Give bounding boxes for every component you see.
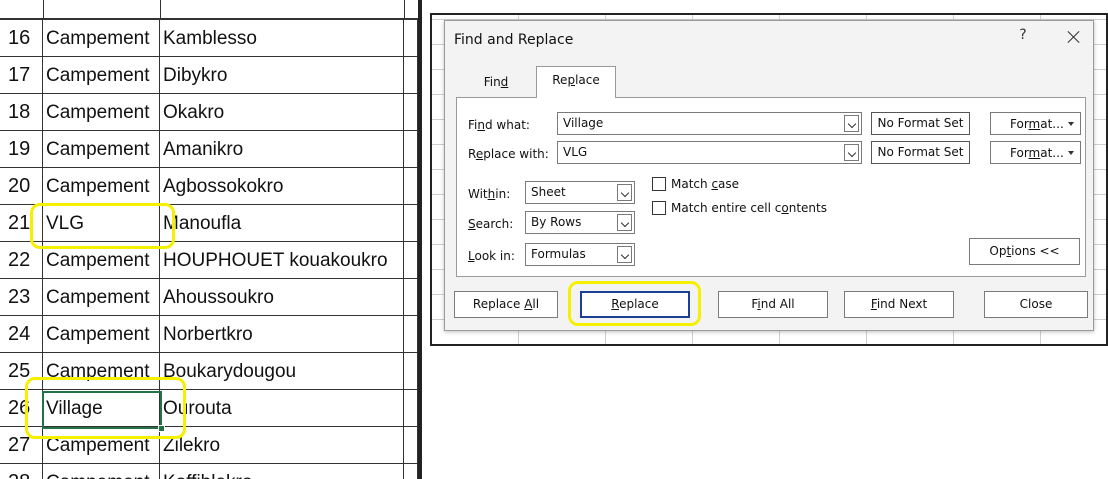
help-icon[interactable]: ?	[1013, 27, 1033, 43]
tab-find[interactable]: Find	[456, 69, 536, 97]
cell-empty[interactable]	[404, 316, 418, 353]
match-case-checkbox[interactable]	[652, 177, 666, 191]
dropdown-arrow-icon	[1068, 122, 1074, 126]
replace-all-button[interactable]: Replace All	[454, 291, 558, 318]
sheet-edge	[418, 0, 422, 479]
find-what-label: Find what:	[468, 118, 530, 132]
row-number[interactable]: 18	[0, 94, 43, 131]
find-next-button[interactable]: Find Next	[844, 291, 954, 318]
match-case-label[interactable]: Match case	[671, 177, 739, 191]
within-label: Within:	[468, 187, 511, 201]
cell-empty[interactable]	[404, 168, 418, 205]
cell-type[interactable]: Campement	[43, 464, 160, 479]
cell-name[interactable]: Norbertkro	[160, 316, 404, 353]
within-value: Sheet	[531, 185, 566, 199]
chevron-down-icon[interactable]	[617, 214, 632, 231]
sheet-row: 23 Campement Ahoussoukro	[0, 279, 422, 316]
cell-name[interactable]: Koffiblekro	[160, 464, 404, 479]
cell-name[interactable]: Zilekro	[160, 427, 404, 464]
row-number[interactable]: 24	[0, 316, 43, 353]
search-label: Search:	[468, 217, 514, 231]
chevron-down-icon[interactable]	[617, 246, 632, 263]
cell-empty[interactable]	[404, 242, 418, 279]
cell-type[interactable]: Campement	[43, 168, 160, 205]
replace-with-input[interactable]: VLG	[557, 141, 862, 164]
match-entire-checkbox[interactable]	[652, 201, 666, 215]
cell-empty[interactable]	[404, 131, 418, 168]
find-all-button[interactable]: Find All	[718, 291, 828, 318]
match-entire-label[interactable]: Match entire cell contents	[671, 201, 827, 215]
highlight-village-cell	[25, 377, 186, 439]
replace-with-label: Replace with:	[468, 147, 549, 161]
cell-empty[interactable]	[404, 464, 418, 479]
replace-with-value: VLG	[563, 145, 588, 159]
sheet-row: 16 Campement Kamblesso	[0, 20, 422, 57]
row-number[interactable]: 20	[0, 168, 43, 205]
chevron-down-icon[interactable]	[844, 144, 859, 161]
sheet-row: 18 Campement Okakro	[0, 94, 422, 131]
cell-empty[interactable]	[404, 20, 418, 57]
close-button[interactable]: Close	[984, 291, 1088, 318]
sheet-top-row	[0, 0, 422, 20]
within-select[interactable]: Sheet	[525, 181, 635, 204]
sheet-row: 17 Campement Dibykro	[0, 57, 422, 94]
cell-name[interactable]: Amanikro	[160, 131, 404, 168]
highlight-replace-button	[568, 281, 701, 326]
find-what-value: Village	[563, 116, 604, 130]
cell-name[interactable]: Ourouta	[160, 390, 404, 427]
replace-panel: Find what: Village No Format Set Format.…	[456, 97, 1086, 277]
cell-empty[interactable]	[404, 57, 418, 94]
cell-empty[interactable]	[404, 205, 418, 242]
look-in-label: Look in:	[468, 249, 515, 263]
find-format-preview: No Format Set	[871, 112, 970, 135]
find-replace-dialog: Find and Replace ? Find Replace Find wha…	[444, 20, 1094, 331]
cell-empty[interactable]	[404, 427, 418, 464]
cell-name[interactable]: Agbossokokro	[160, 168, 404, 205]
search-select[interactable]: By Rows	[525, 211, 635, 234]
cell-empty[interactable]	[404, 353, 418, 390]
cell-empty[interactable]	[404, 390, 418, 427]
cell-type[interactable]: Campement	[43, 316, 160, 353]
close-icon[interactable]	[1062, 25, 1086, 49]
row-number[interactable]: 19	[0, 131, 43, 168]
replace-format-button[interactable]: Format...	[990, 141, 1081, 164]
cell-type[interactable]: Campement	[43, 20, 160, 57]
row-number[interactable]: 28	[0, 464, 43, 479]
options-button[interactable]: Options <<	[969, 238, 1080, 265]
find-format-button[interactable]: Format...	[990, 112, 1081, 135]
dialog-title: Find and Replace	[454, 32, 574, 48]
search-value: By Rows	[531, 215, 582, 229]
cell-type[interactable]: Campement	[43, 131, 160, 168]
chevron-down-icon[interactable]	[617, 184, 632, 201]
look-in-select[interactable]: Formulas	[525, 243, 635, 266]
cell-name[interactable]: Kamblesso	[160, 20, 404, 57]
cell-type[interactable]: Campement	[43, 279, 160, 316]
cell-name[interactable]: HOUPHOUET kouakoukro	[160, 242, 404, 279]
sheet-row: 20 Campement Agbossokokro	[0, 168, 422, 205]
sheet-row: 24 Campement Norbertkro	[0, 316, 422, 353]
cell-name[interactable]: Okakro	[160, 94, 404, 131]
cell-type[interactable]: Campement	[43, 94, 160, 131]
find-what-input[interactable]: Village	[557, 112, 862, 135]
highlight-vlg-cell	[30, 203, 175, 249]
chevron-down-icon[interactable]	[844, 115, 859, 132]
look-in-value: Formulas	[531, 247, 586, 261]
tab-replace[interactable]: Replace	[536, 66, 616, 98]
cell-name[interactable]: Ahoussoukro	[160, 279, 404, 316]
replace-format-preview: No Format Set	[871, 141, 970, 164]
sheet-row: 19 Campement Amanikro	[0, 131, 422, 168]
row-number[interactable]: 17	[0, 57, 43, 94]
row-number[interactable]: 16	[0, 20, 43, 57]
sheet-row: 28CampementKoffiblekro	[0, 464, 422, 479]
cell-empty[interactable]	[404, 279, 418, 316]
cell-name[interactable]: Dibykro	[160, 57, 404, 94]
cell-name[interactable]: Manoufla	[160, 205, 404, 242]
dropdown-arrow-icon	[1068, 151, 1074, 155]
cell-type[interactable]: Campement	[43, 57, 160, 94]
cell-name[interactable]: Boukarydougou	[160, 353, 404, 390]
cell-empty[interactable]	[404, 94, 418, 131]
row-number[interactable]: 23	[0, 279, 43, 316]
